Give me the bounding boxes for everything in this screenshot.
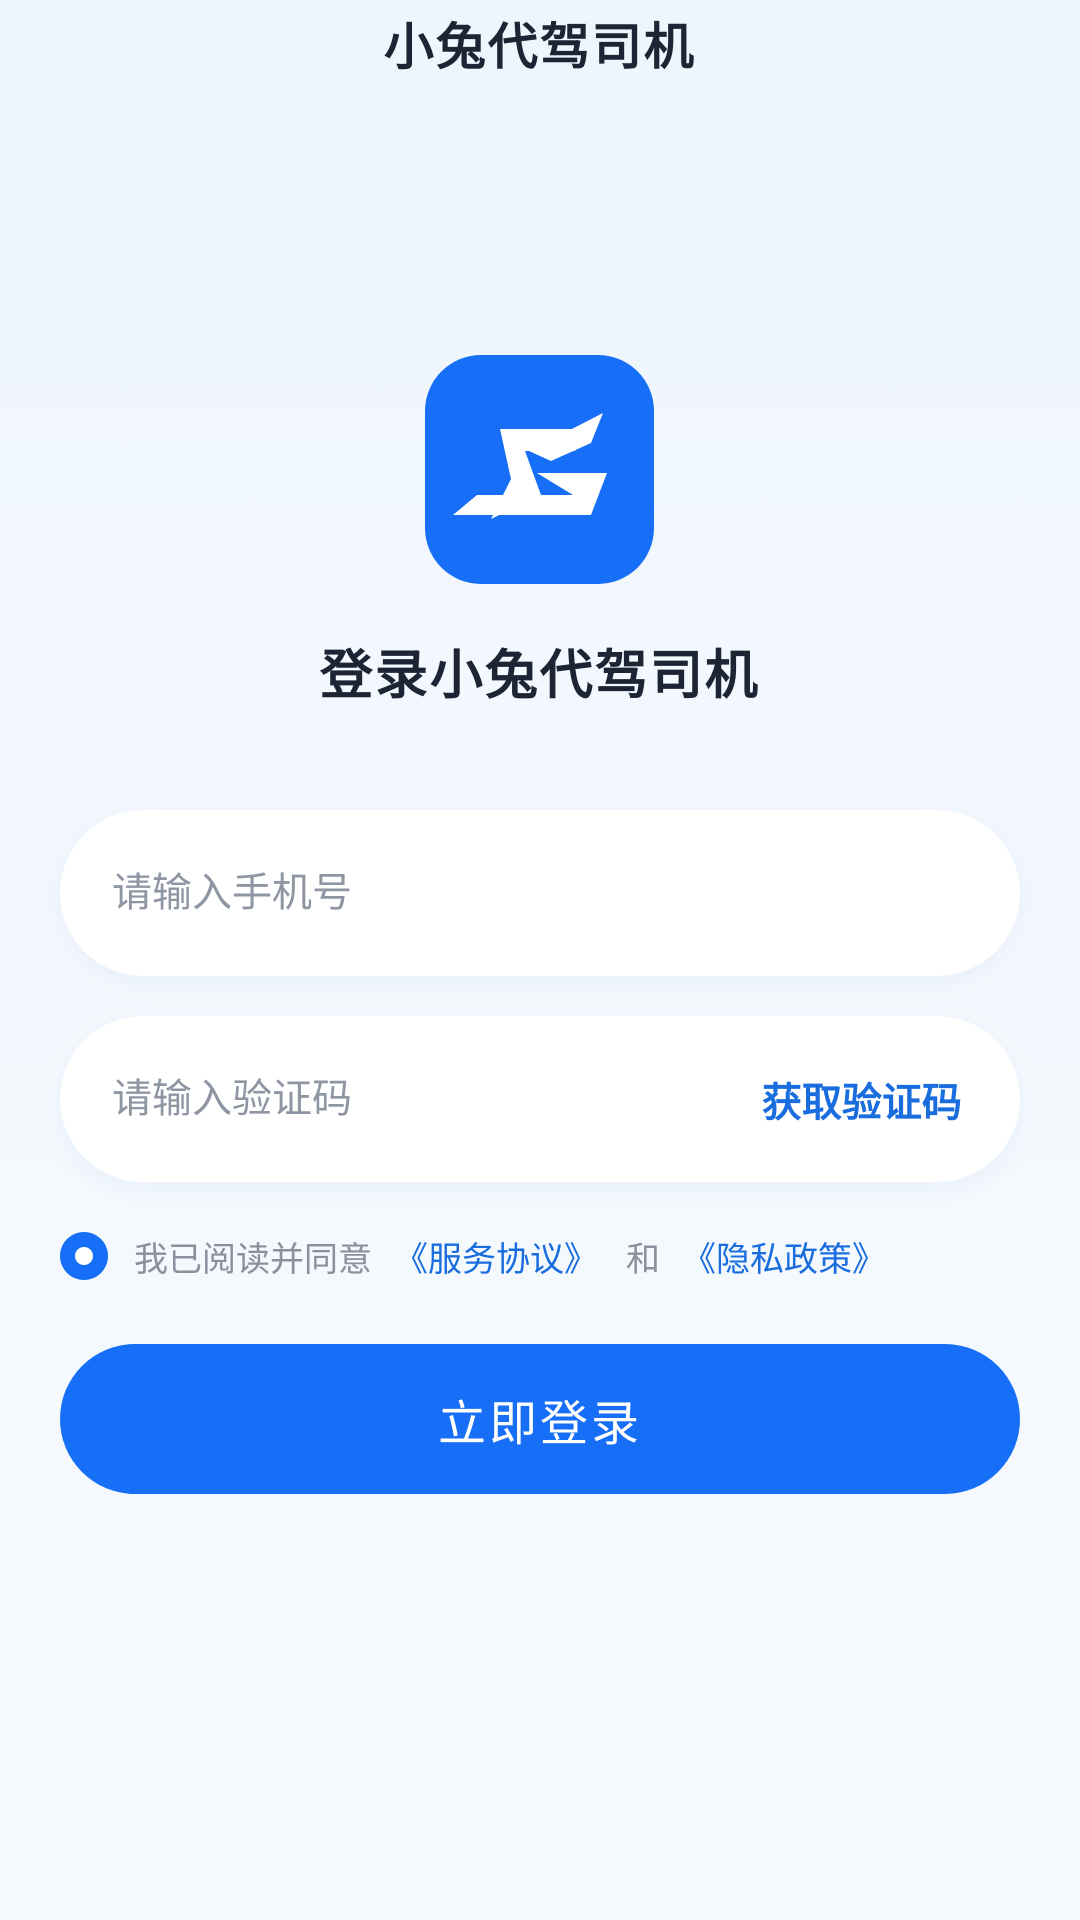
- verification-code-input[interactable]: [110, 1015, 762, 1183]
- agreement-row: 我已阅读并同意 《服务协议》 和 《隐私政策》: [60, 1228, 1020, 1284]
- nav-title: 小兔代驾司机: [384, 18, 696, 76]
- service-agreement-link[interactable]: 《服务协议》: [394, 1232, 598, 1281]
- phone-field: [60, 809, 1020, 977]
- get-code-button[interactable]: 获取验证码: [762, 1070, 962, 1128]
- agreement-conjunction: 和: [626, 1239, 660, 1280]
- radio-checked-icon: [75, 1247, 93, 1265]
- agreement-text: 我已阅读并同意: [134, 1239, 372, 1280]
- agreement-radio[interactable]: [60, 1232, 108, 1280]
- login-page: 小兔代驾司机 登录小兔代驾司机 获取验证码 我已阅读并同意 《服务协议》 和 《…: [0, 0, 1080, 1920]
- page-title: 登录小兔代驾司机: [320, 645, 760, 706]
- app-logo: [425, 355, 654, 584]
- code-field: 获取验证码: [60, 1015, 1020, 1183]
- login-button[interactable]: 立即登录: [60, 1344, 1020, 1494]
- phone-input[interactable]: [110, 809, 962, 977]
- app-logo-icon: [453, 413, 607, 519]
- privacy-policy-link[interactable]: 《隐私政策》: [682, 1232, 886, 1281]
